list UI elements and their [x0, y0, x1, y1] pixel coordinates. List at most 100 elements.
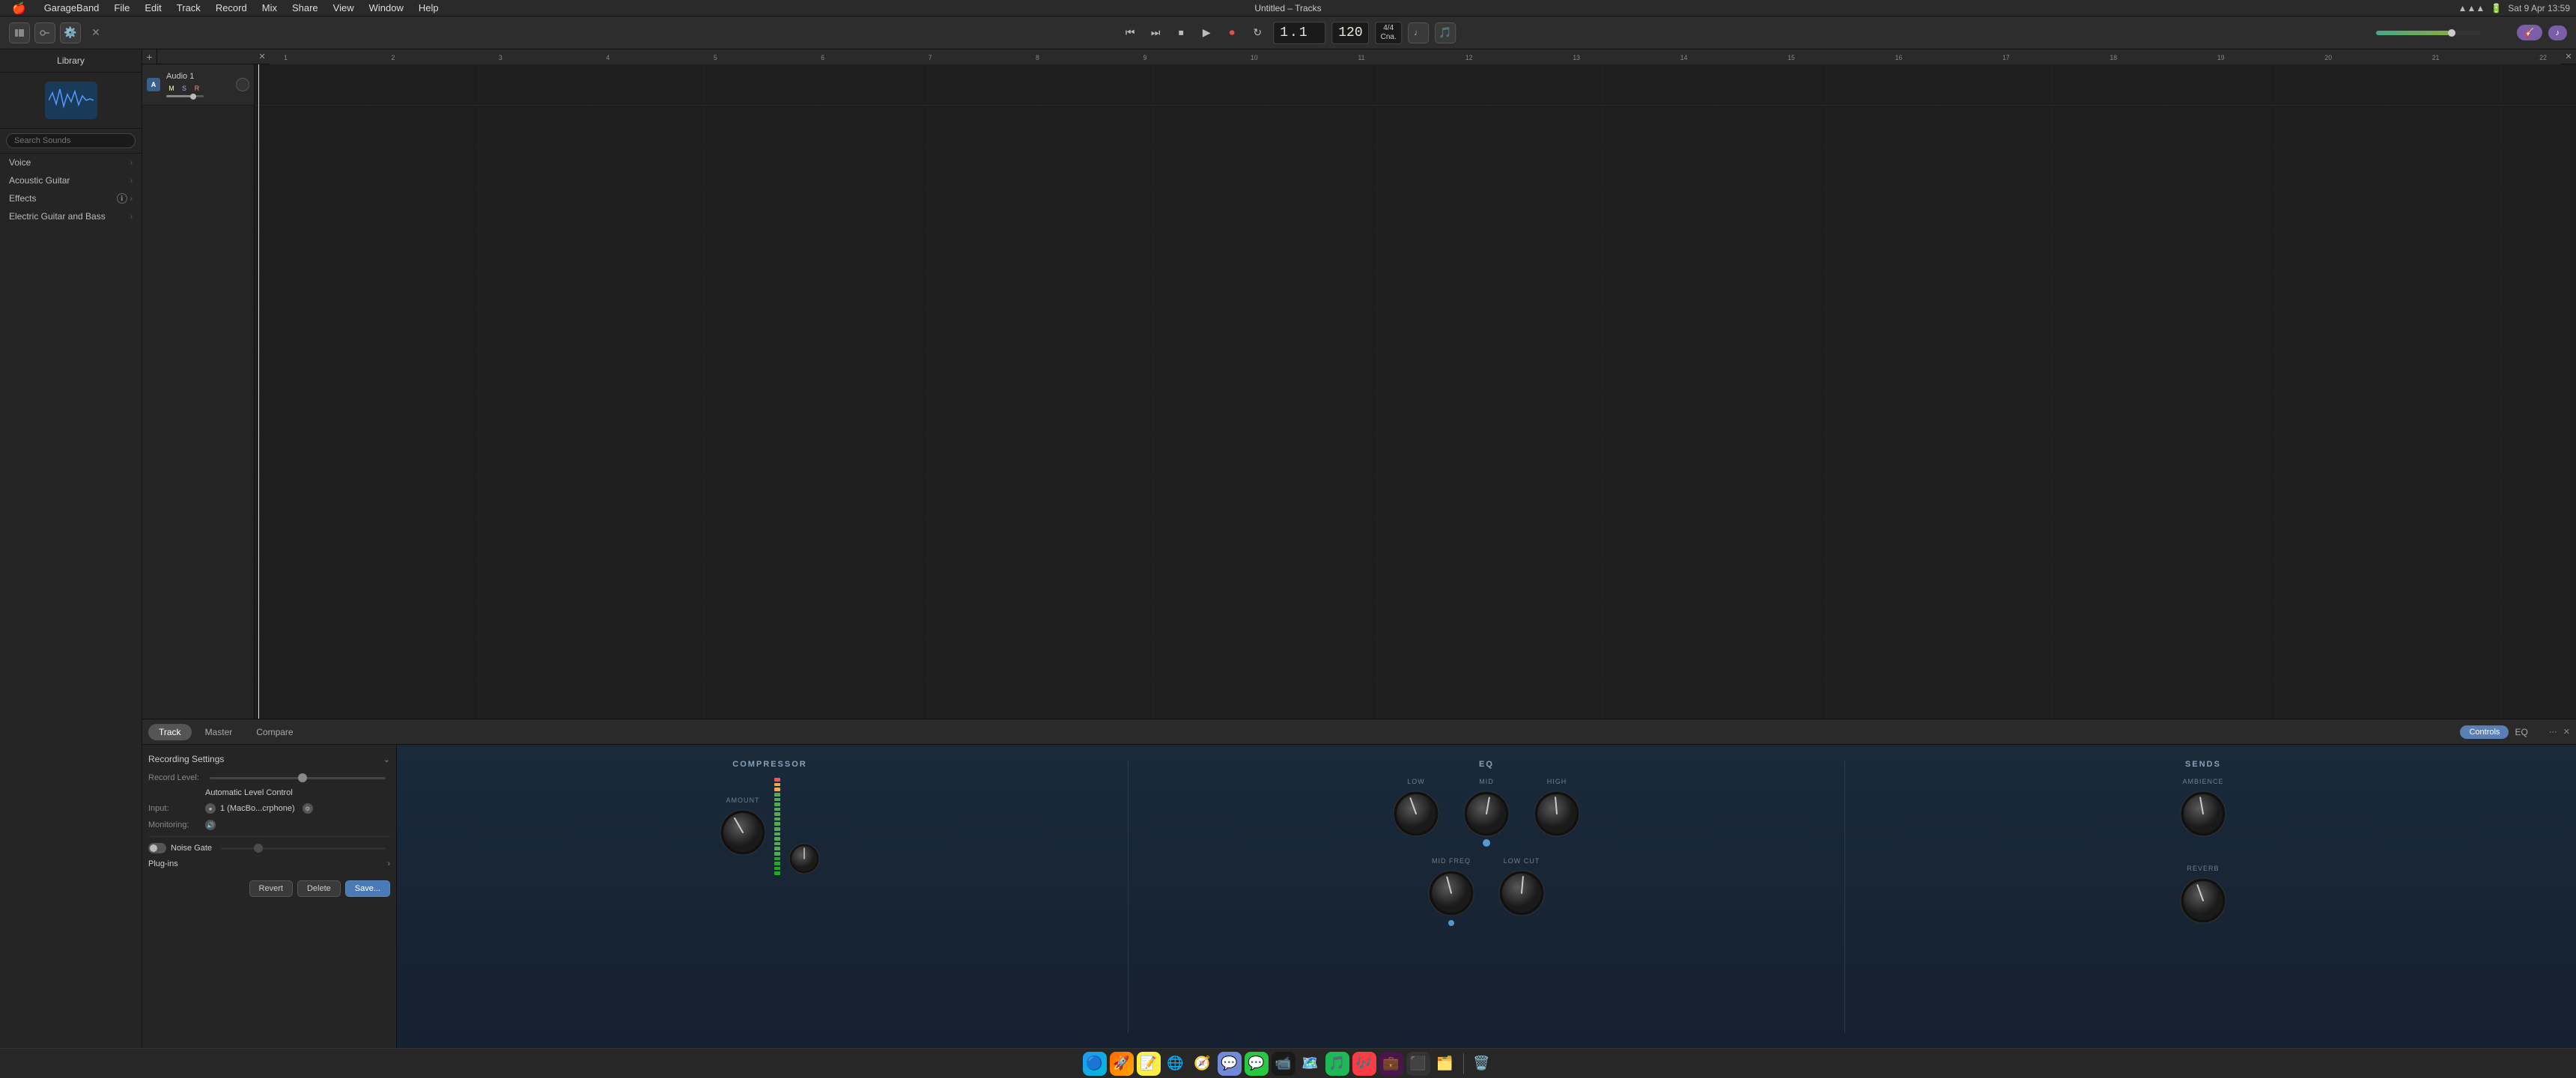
dock-files[interactable]: 🗂️: [1433, 1052, 1457, 1076]
input-settings-btn[interactable]: ⚙: [303, 803, 313, 814]
plugins-label: Plug-ins: [148, 859, 178, 868]
sidebar-item-voice[interactable]: Voice ›: [0, 153, 142, 171]
menu-garageband[interactable]: GarageBand: [38, 0, 106, 16]
sidebar-item-acoustic-guitar[interactable]: Acoustic Guitar ›: [0, 171, 142, 189]
track-lanes[interactable]: [255, 64, 2576, 719]
library-toggle-btn[interactable]: [9, 22, 30, 43]
record-arm-btn[interactable]: R: [192, 83, 202, 94]
menu-window[interactable]: Window: [363, 0, 410, 16]
eq-mid-dot[interactable]: [1483, 839, 1490, 847]
dock-discord[interactable]: 💬: [1218, 1052, 1242, 1076]
svg-text:21: 21: [2432, 53, 2440, 61]
delete-btn[interactable]: Delete: [297, 880, 341, 897]
eq-mid-knob[interactable]: [1462, 790, 1510, 838]
dock-music[interactable]: 🎶: [1352, 1052, 1376, 1076]
time-sig-display[interactable]: 4/4 Cna.: [1376, 22, 1402, 44]
noise-gate-slider[interactable]: [221, 847, 386, 850]
dock-launchpad[interactable]: 🚀: [1110, 1052, 1134, 1076]
bpm-display[interactable]: 120: [1331, 22, 1369, 44]
track-lane-audio1[interactable]: [255, 64, 2576, 106]
stop-btn[interactable]: ⏹: [1171, 23, 1191, 43]
menu-share[interactable]: Share: [286, 0, 324, 16]
play-btn[interactable]: ▶: [1197, 23, 1216, 43]
monitoring-icon[interactable]: 🔊: [205, 820, 216, 830]
dock-slack[interactable]: 💼: [1379, 1052, 1403, 1076]
tab-master[interactable]: Master: [195, 724, 243, 740]
track-header-audio1: A Audio 1 M S R: [142, 64, 254, 106]
close-btn[interactable]: ✕: [85, 22, 106, 43]
menu-track[interactable]: Track: [171, 0, 207, 16]
dock-maps[interactable]: 🗺️: [1298, 1052, 1322, 1076]
eq-high-knob[interactable]: [1533, 790, 1581, 838]
dock-messages[interactable]: 💬: [1245, 1052, 1269, 1076]
menu-edit[interactable]: Edit: [139, 0, 167, 16]
eq-low-knob[interactable]: [1392, 790, 1440, 838]
panel-settings-btn[interactable]: ⋯: [2549, 727, 2557, 737]
eq-midfreq-knob[interactable]: [1427, 869, 1475, 917]
menubar-datetime: Sat 9 Apr 13:59: [2508, 3, 2570, 13]
info-icon[interactable]: ℹ: [117, 193, 127, 204]
tab-compare[interactable]: Compare: [246, 724, 303, 740]
search-input[interactable]: [6, 133, 136, 148]
menu-view[interactable]: View: [327, 0, 360, 16]
menu-mix[interactable]: Mix: [256, 0, 283, 16]
eq-lowcut-knob[interactable]: [1498, 869, 1546, 917]
amount-knob[interactable]: [719, 808, 767, 856]
record-btn[interactable]: ⏺: [1222, 23, 1242, 43]
position-display[interactable]: 1.1: [1273, 22, 1325, 44]
bottom-tabs: Track Master Compare Controls EQ ⋯ ✕: [142, 719, 2576, 745]
dock-trash[interactable]: 🗑️: [1470, 1052, 1494, 1076]
compressor-bottom-knob[interactable]: [788, 842, 821, 875]
record-level-slider[interactable]: [210, 777, 386, 779]
panel-collapse-btn[interactable]: ✕: [2563, 727, 2570, 737]
apple-menu[interactable]: 🍎: [6, 0, 32, 16]
dock-notes[interactable]: 📝: [1137, 1052, 1161, 1076]
sidebar-item-electric-guitar[interactable]: Electric Guitar and Bass ›: [0, 207, 142, 225]
record-level-label: Record Level:: [148, 773, 201, 782]
recording-settings-collapse[interactable]: ⌄: [383, 755, 390, 764]
tuner-btn[interactable]: ♩: [1408, 22, 1429, 43]
dock-spotify[interactable]: 🎵: [1325, 1052, 1349, 1076]
solo-btn[interactable]: S: [179, 83, 189, 94]
smart-controls-btn[interactable]: [34, 22, 55, 43]
dock-facetime[interactable]: 📹: [1272, 1052, 1295, 1076]
dock-safari[interactable]: 🧭: [1191, 1052, 1215, 1076]
mute-btn[interactable]: M: [166, 83, 177, 94]
noise-gate-toggle[interactable]: [148, 843, 166, 853]
track-pan-knob[interactable]: [236, 78, 249, 91]
eq-title: EQ: [1479, 760, 1494, 769]
metronome-btn[interactable]: 🎵: [1435, 22, 1456, 43]
tuner-btn-2[interactable]: 🎸: [2517, 25, 2542, 40]
track-name: Audio 1: [166, 72, 231, 81]
eq-mid-label: MID: [1479, 778, 1494, 785]
timeline-right-btn[interactable]: ✕: [2561, 49, 2576, 64]
settings-btn[interactable]: ⚙️: [60, 22, 81, 43]
menu-file[interactable]: File: [108, 0, 136, 16]
chevron-icon: ›: [130, 159, 133, 167]
fast-forward-btn[interactable]: ⏭: [1146, 23, 1165, 43]
revert-btn[interactable]: Revert: [249, 880, 293, 897]
plugins-row[interactable]: Plug-ins ›: [148, 859, 390, 868]
reverb-knob[interactable]: [2179, 877, 2227, 925]
controls-btn[interactable]: Controls: [2460, 725, 2509, 739]
dock-terminal[interactable]: ⬛: [1406, 1052, 1430, 1076]
dock-chrome[interactable]: 🌐: [1164, 1052, 1188, 1076]
save-btn[interactable]: Save...: [345, 880, 390, 897]
cycle-btn[interactable]: ↻: [1248, 23, 1267, 43]
timeline-close-btn[interactable]: ✕: [255, 49, 270, 64]
sidebar-item-effects[interactable]: Effects ℹ ›: [0, 189, 142, 207]
score-btn[interactable]: ♪: [2548, 25, 2568, 40]
tab-track[interactable]: Track: [148, 724, 192, 740]
rewind-btn[interactable]: ⏮: [1120, 23, 1140, 43]
menu-record[interactable]: Record: [210, 0, 253, 16]
input-icon[interactable]: ●: [205, 803, 216, 814]
track-volume-slider[interactable]: [166, 95, 204, 97]
panel-bottom-buttons: Revert Delete Save...: [148, 874, 390, 897]
dock-finder[interactable]: 🔵: [1083, 1052, 1107, 1076]
add-track-btn[interactable]: +: [142, 49, 157, 64]
reverb-label: REVERB: [2187, 865, 2219, 872]
eq-bottom-knobs: MID FREQ LOW CUT: [1427, 857, 1546, 926]
menu-help[interactable]: Help: [413, 0, 445, 16]
eq-tab-btn[interactable]: EQ: [2515, 727, 2527, 737]
ambience-knob[interactable]: [2179, 790, 2227, 838]
